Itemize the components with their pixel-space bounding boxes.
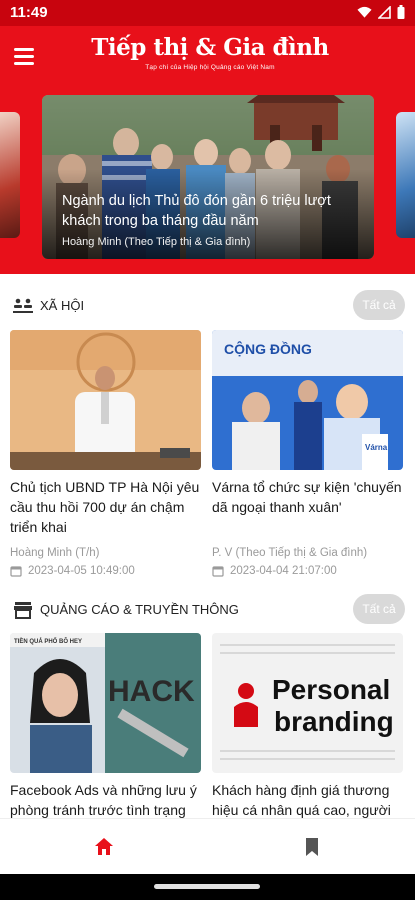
hero-author: Hoàng Minh (Theo Tiếp thị & Gia đình) [62,236,251,248]
article-title: Várna tổ chức sự kiện 'chuyến dã ngoại t… [212,479,402,515]
image-hack-text: HACK [108,675,195,708]
carousel-next-slide[interactable] [396,112,415,238]
article-title: Khách hàng định giá thương hiệu cá nhân … [212,782,391,818]
community-icon [13,298,33,313]
image-brand-text: Várna [365,443,388,452]
see-all-button[interactable]: Tất cả [353,290,405,320]
article-title: Facebook Ads và những lưu ý phòng tránh … [10,782,197,818]
bottom-navigation [0,818,415,874]
wifi-icon [357,6,372,18]
carousel-prev-slide[interactable] [0,112,20,238]
article-thumbnail: HACK TIỀN QUẢ PHỔ BÔ HEY [10,633,201,773]
article-thumbnail [10,330,201,470]
image-branding-text: branding [274,706,394,737]
section-title: QUẢNG CÁO & TRUYỀN THÔNG [40,602,239,617]
home-icon[interactable] [92,835,116,859]
article-date: 2023-04-05 10:49:00 [10,565,201,577]
calendar-icon [212,566,224,577]
image-caption-text: TIỀN QUẢ PHỔ BÔ HEY [14,637,82,645]
article-source: P. V (Theo Tiếp thị & Gia đình) [212,547,368,559]
hero-title: Ngành du lịch Thủ đô đón gần 6 triệu lượ… [62,193,331,229]
article-thumbnail: Personal branding [212,633,403,773]
article-date-text: 2023-04-05 10:49:00 [28,565,135,577]
app-logo: Tiếp thị & Gia đình Tạp chí của Hiệp hội… [90,34,330,71]
app-bar: Tiếp thị & Gia đình Tạp chí của Hiệp hội… [0,26,415,88]
calendar-icon [10,566,22,577]
image-banner-text: CỘNG ĐỒNG [224,340,312,357]
section-header-xa-hoi: XÃ HỘI Tất cả [0,288,415,324]
article-card[interactable]: Chủ tịch UBND TP Hà Nội yêu cầu thu hồi … [10,330,201,577]
see-all-button[interactable]: Tất cả [353,594,405,624]
image-personal-text: Personal [272,674,390,705]
article-card[interactable]: HACK TIỀN QUẢ PHỔ BÔ HEY Facebook Ads và… [10,633,201,820]
article-title: Chủ tịch UBND TP Hà Nội yêu cầu thu hồi … [10,479,200,535]
signal-icon [378,5,391,19]
section-header-quang-cao: QUẢNG CÁO & TRUYỀN THÔNG Tất cả [0,592,415,628]
article-card[interactable]: Personal branding Khách hàng định giá th… [212,633,403,820]
hero-article[interactable]: Ngành du lịch Thủ đô đón gần 6 triệu lượ… [42,95,374,259]
gesture-home-handle[interactable] [154,884,260,889]
article-thumbnail: CỘNG ĐỒNG Várna [212,330,403,470]
section-title: XÃ HỘI [40,298,85,313]
status-bar: 11:49 [0,0,415,26]
article-card[interactable]: CỘNG ĐỒNG Várna Várna tổ chức sự kiện 'c… [212,330,403,577]
article-date: 2023-04-04 21:07:00 [212,565,403,577]
status-time: 11:49 [10,4,48,21]
battery-icon [397,5,405,19]
hamburger-menu-icon[interactable] [14,42,42,70]
article-source: Hoàng Minh (T/h) [10,547,100,559]
storefront-icon [14,602,32,619]
article-date-text: 2023-04-04 21:07:00 [230,565,337,577]
app-title: Tiếp thị & Gia đình [91,34,329,61]
system-navigation-bar [0,874,415,900]
system-icons [357,5,405,19]
app-subtitle: Tạp chí của Hiệp hội Quảng cáo Việt Nam [145,64,275,71]
bookmark-icon[interactable] [300,835,324,859]
